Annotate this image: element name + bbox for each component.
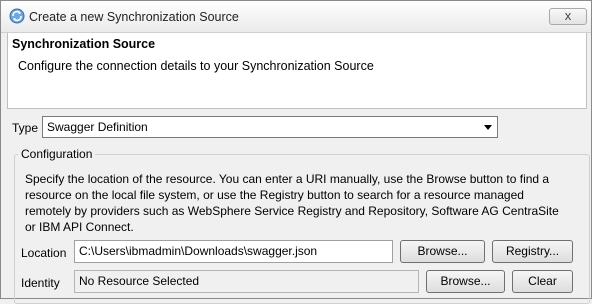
type-label: Type [12, 121, 39, 135]
location-browse-button[interactable]: Browse... [400, 240, 485, 263]
location-label: Location [21, 246, 67, 260]
identity-field: No Resource Selected [74, 270, 419, 293]
type-select[interactable]: Swagger Definition [42, 116, 498, 138]
close-icon: x [564, 8, 572, 23]
location-input[interactable]: C:\Users\ibmadmin\Downloads\swagger.json [74, 240, 393, 263]
header-description: Configure the connection details to your… [18, 59, 374, 73]
instruction-line: resource on the local file system, or us… [25, 188, 524, 202]
sync-source-icon [9, 8, 25, 24]
dialog-header: Synchronization Source Configure the con… [7, 33, 587, 109]
configuration-instructions: Specify the location of the resource. Yo… [25, 171, 585, 235]
identity-label: Identity [21, 276, 60, 290]
sync-source-dialog: Create a new Synchronization Source x Sy… [0, 0, 592, 304]
instruction-line: or IBM API Connect. [25, 220, 134, 234]
window-title: Create a new Synchronization Source [29, 10, 239, 24]
configuration-group-title: Configuration [18, 147, 96, 161]
header-title: Synchronization Source [12, 37, 156, 51]
clear-button[interactable]: Clear [512, 270, 573, 293]
title-bar[interactable]: Create a new Synchronization Source x [1, 1, 591, 33]
identity-browse-button[interactable]: Browse... [426, 270, 505, 293]
chevron-down-icon [484, 125, 492, 130]
instruction-line: remotely by providers such as WebSphere … [25, 204, 559, 218]
type-selected-value: Swagger Definition [47, 120, 148, 134]
instruction-line: Specify the location of the resource. Yo… [25, 172, 550, 186]
close-button[interactable]: x [549, 8, 587, 25]
registry-button[interactable]: Registry... [492, 240, 573, 263]
